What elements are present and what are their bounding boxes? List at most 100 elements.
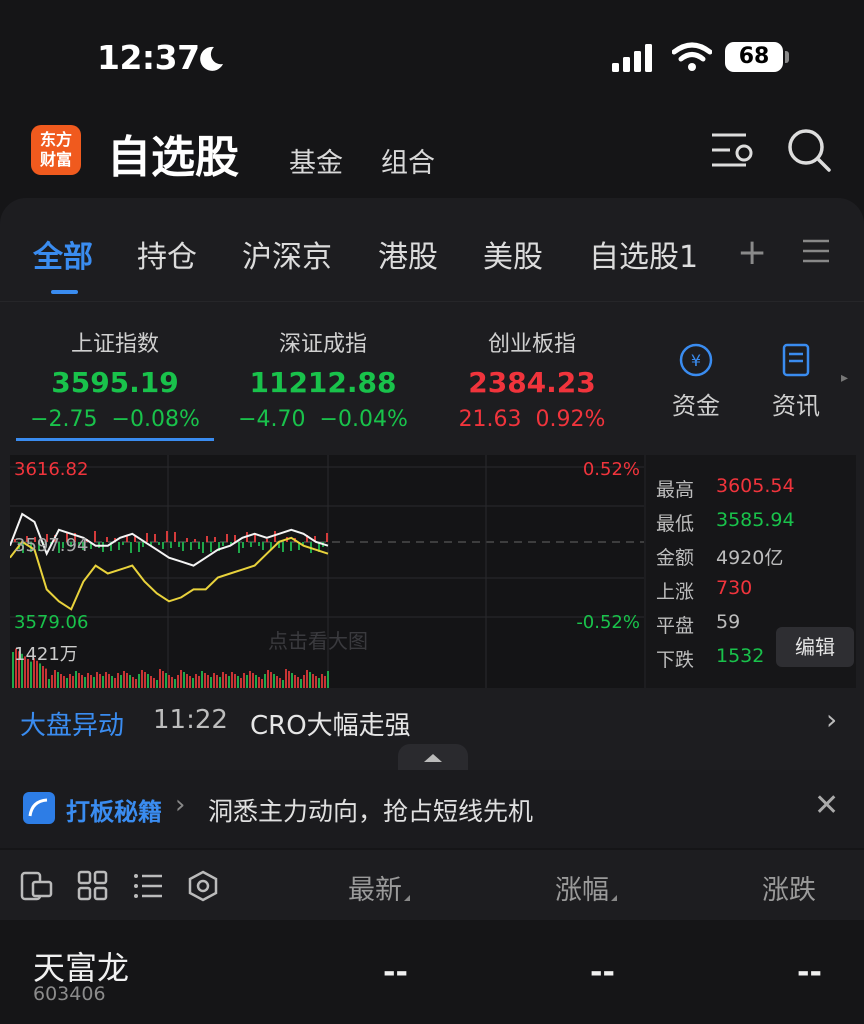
col-change-pct[interactable]: 涨幅 bbox=[555, 868, 617, 907]
svg-text:¥: ¥ bbox=[691, 351, 701, 370]
edit-button[interactable]: 编辑 bbox=[776, 627, 854, 667]
col-latest[interactable]: 最新 bbox=[348, 868, 410, 907]
tab-hk-stocks[interactable]: 港股 bbox=[378, 232, 438, 276]
breadth-bar bbox=[266, 539, 268, 542]
app-logo[interactable]: 东方 财富 bbox=[31, 125, 81, 175]
index-card-shenzhen[interactable]: 深证成指 11212.88 −4.70 −0.04% bbox=[224, 326, 422, 432]
volume-bar bbox=[222, 672, 224, 688]
wifi-icon bbox=[672, 42, 712, 71]
breadth-bar bbox=[274, 531, 276, 542]
volume-bar bbox=[141, 670, 143, 688]
chevron-right-icon[interactable]: ▸ bbox=[841, 370, 848, 386]
tab-us-stocks[interactable]: 美股 bbox=[483, 232, 543, 276]
volume-bar bbox=[264, 674, 266, 688]
volume-bar bbox=[195, 674, 197, 688]
volume-bar bbox=[159, 669, 161, 688]
volume-bar bbox=[99, 674, 101, 688]
volume-bar bbox=[156, 680, 158, 688]
promo-banner[interactable]: 打板秘籍 › 洞悉主力动向，抢占短线先机 ✕ bbox=[0, 770, 864, 848]
breadth-bar bbox=[106, 537, 108, 542]
tab-all[interactable]: 全部 bbox=[33, 232, 93, 276]
tabs-divider bbox=[0, 301, 864, 302]
volume-bar bbox=[75, 671, 77, 688]
breadth-bar bbox=[94, 531, 96, 542]
tab-shanghai-shenzhen-beijing[interactable]: 沪深京 bbox=[242, 232, 332, 276]
col-change[interactable]: 涨跌 bbox=[762, 868, 816, 907]
volume-bar bbox=[318, 678, 320, 688]
moon-icon bbox=[200, 46, 223, 71]
volume-bar bbox=[78, 673, 80, 688]
collapse-handle[interactable] bbox=[398, 744, 468, 770]
breadth-bar bbox=[174, 532, 176, 542]
volume-bar bbox=[81, 675, 83, 688]
search-icon[interactable] bbox=[786, 127, 832, 173]
settings-icon[interactable] bbox=[710, 129, 756, 171]
volume-bar bbox=[261, 679, 263, 688]
close-icon[interactable]: ✕ bbox=[814, 788, 839, 823]
volume-bar bbox=[129, 675, 131, 688]
ticker-text: CRO大幅走强 bbox=[250, 711, 411, 741]
market-alert-ticker[interactable]: 大盘异动 11:22 CRO大幅走强 › bbox=[0, 695, 864, 751]
volume-bar bbox=[327, 671, 329, 688]
volume-bar bbox=[153, 678, 155, 688]
breadth-bar bbox=[182, 542, 184, 551]
volume-bar bbox=[60, 674, 62, 688]
chart-y-max: 3616.82 bbox=[14, 459, 89, 480]
tab-watchlist-1[interactable]: 自选股1 bbox=[589, 232, 698, 276]
capital-flow-button[interactable]: ¥ 资金 bbox=[672, 340, 720, 421]
intraday-chart[interactable]: 3616.82 3597.94 3579.06 0.52% -0.52% 142… bbox=[10, 455, 644, 688]
grid-view-icon[interactable] bbox=[76, 870, 110, 902]
volume-bar bbox=[234, 674, 236, 688]
volume-bar bbox=[300, 679, 302, 688]
add-tab-icon[interactable]: + bbox=[737, 232, 767, 273]
index-name: 创业板指 bbox=[487, 332, 576, 357]
breadth-bar bbox=[138, 542, 140, 552]
settings-hex-icon[interactable] bbox=[186, 870, 220, 902]
volume-bar bbox=[288, 671, 290, 688]
volume-bar bbox=[162, 671, 164, 688]
promo-title: 打板秘籍 bbox=[66, 798, 162, 826]
volume-bar bbox=[303, 675, 305, 688]
breadth-bar bbox=[258, 542, 260, 546]
breadth-bar bbox=[206, 536, 208, 542]
card-view-icon[interactable] bbox=[20, 870, 54, 902]
chevron-right-icon: › bbox=[826, 703, 838, 736]
selected-index-indicator bbox=[16, 438, 214, 441]
stock-row[interactable]: 天富龙 603406 -- -- -- bbox=[0, 921, 864, 1024]
volume-bar bbox=[39, 663, 41, 688]
breadth-bar bbox=[290, 542, 292, 551]
stat-low: 最低 3585.94 bbox=[656, 509, 795, 535]
tab-holdings[interactable]: 持仓 bbox=[137, 232, 197, 276]
volume-bar bbox=[111, 676, 113, 688]
index-value: 3595.19 bbox=[51, 366, 179, 399]
breadth-bar bbox=[222, 542, 224, 546]
volume-bar bbox=[108, 674, 110, 688]
volume-bar bbox=[126, 673, 128, 688]
volume-bar bbox=[243, 673, 245, 688]
stock-latest: -- bbox=[383, 955, 408, 990]
volume-bar bbox=[144, 672, 146, 688]
breadth-bar bbox=[118, 542, 120, 550]
menu-icon[interactable] bbox=[802, 238, 830, 264]
volume-bar bbox=[138, 674, 140, 688]
index-card-chinext[interactable]: 创业板指 2384.23 21.63 0.92% bbox=[433, 326, 631, 432]
tab-fund[interactable]: 基金 bbox=[289, 141, 343, 180]
page-title[interactable]: 自选股 bbox=[107, 121, 239, 185]
ticker-label: 大盘异动 bbox=[20, 711, 125, 741]
promo-icon bbox=[23, 792, 55, 824]
list-view-icon[interactable] bbox=[132, 870, 166, 902]
index-value: 2384.23 bbox=[468, 366, 596, 399]
news-button[interactable]: 资讯 bbox=[772, 340, 820, 421]
status-bar: 12:37 68 bbox=[0, 0, 864, 115]
index-card-shanghai[interactable]: 上证指数 3595.19 −2.75 −0.08% bbox=[16, 326, 214, 432]
breadth-bar bbox=[102, 542, 104, 552]
breadth-bar bbox=[242, 542, 244, 548]
index-change: 21.63 0.92% bbox=[458, 407, 606, 432]
promo-text: 洞悉主力动向，抢占短线先机 bbox=[208, 797, 534, 826]
chart-pct-min: -0.52% bbox=[576, 612, 640, 633]
stat-turnover: 金额 4920亿 bbox=[656, 547, 784, 569]
tab-portfolio[interactable]: 组合 bbox=[381, 141, 435, 180]
breadth-bar bbox=[250, 542, 252, 547]
breadth-bar bbox=[166, 531, 168, 542]
volume-bar bbox=[48, 679, 50, 688]
